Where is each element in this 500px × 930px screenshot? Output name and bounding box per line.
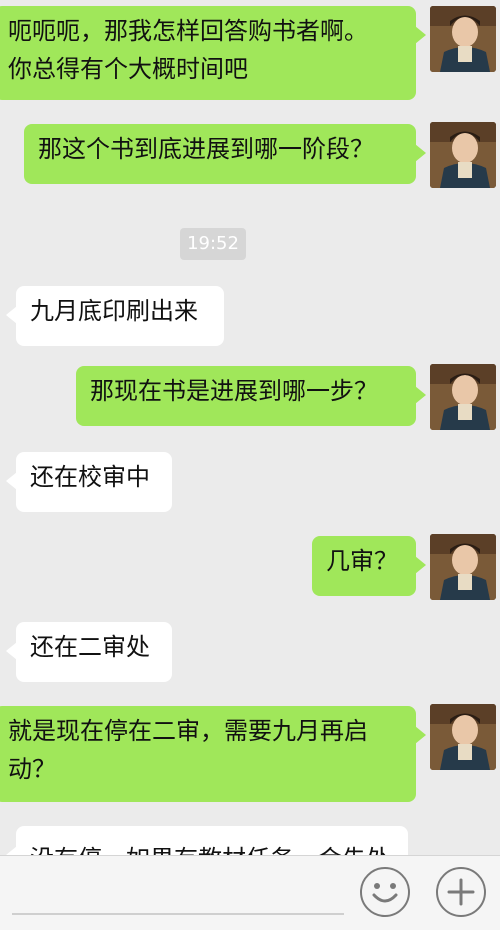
avatar-photo xyxy=(430,364,496,430)
message-text: 你总得有个大概时间吧 xyxy=(8,55,248,83)
message-bubble-outgoing[interactable]: 几审？ xyxy=(312,536,426,596)
chat-area[interactable]: 呃呃呃，那我怎样回答购书者啊。 你总得有个大概时间吧 那这个书到底进展到哪一阶段… xyxy=(0,0,500,855)
avatar-photo xyxy=(430,122,496,188)
message-text: 动？ xyxy=(8,755,56,783)
input-bar xyxy=(0,855,500,930)
message-bubble-incoming[interactable]: 还在校审中 xyxy=(6,452,172,512)
message-text: 那现在书是进展到哪一步？ xyxy=(90,377,378,405)
message-text: 没有停，如果有教材任务，会先处 xyxy=(30,840,394,855)
user-avatar[interactable] xyxy=(430,364,496,430)
input-underline xyxy=(12,913,344,915)
avatar-photo xyxy=(430,6,496,72)
message-text: 还在校审中 xyxy=(30,463,150,491)
smiley-icon xyxy=(372,883,398,903)
message-text: 九月底印刷出来 xyxy=(30,297,198,325)
message-timestamp: 19:52 xyxy=(180,228,246,260)
user-avatar[interactable] xyxy=(430,122,496,188)
add-button[interactable] xyxy=(436,867,486,917)
message-bubble-outgoing[interactable]: 那这个书到底进展到哪一阶段？ xyxy=(24,124,426,184)
message-text: 呃呃呃，那我怎样回答购书者啊。 xyxy=(8,17,368,45)
emoji-button[interactable] xyxy=(360,867,410,917)
message-text: 几审？ xyxy=(326,547,398,575)
user-avatar[interactable] xyxy=(430,534,496,600)
message-bubble-outgoing[interactable]: 那现在书是进展到哪一步？ xyxy=(76,366,426,426)
message-bubble-outgoing[interactable]: 就是现在停在二审，需要九月再启 动？ xyxy=(0,706,426,802)
message-bubble-outgoing[interactable]: 呃呃呃，那我怎样回答购书者啊。 你总得有个大概时间吧 xyxy=(0,6,426,100)
message-input[interactable] xyxy=(12,864,344,914)
avatar-photo xyxy=(430,534,496,600)
message-bubble-incoming[interactable]: 九月底印刷出来 xyxy=(6,286,224,346)
message-text: 那这个书到底进展到哪一阶段？ xyxy=(38,135,374,163)
user-avatar[interactable] xyxy=(430,6,496,72)
user-avatar[interactable] xyxy=(430,704,496,770)
message-bubble-incoming[interactable]: 还在二审处 xyxy=(6,622,172,682)
avatar-photo xyxy=(430,704,496,770)
message-bubble-incoming[interactable]: 没有停，如果有教材任务，会先处 xyxy=(6,826,408,855)
plus-icon xyxy=(447,878,475,906)
message-text: 就是现在停在二审，需要九月再启 xyxy=(8,717,368,745)
message-text: 还在二审处 xyxy=(30,633,150,661)
